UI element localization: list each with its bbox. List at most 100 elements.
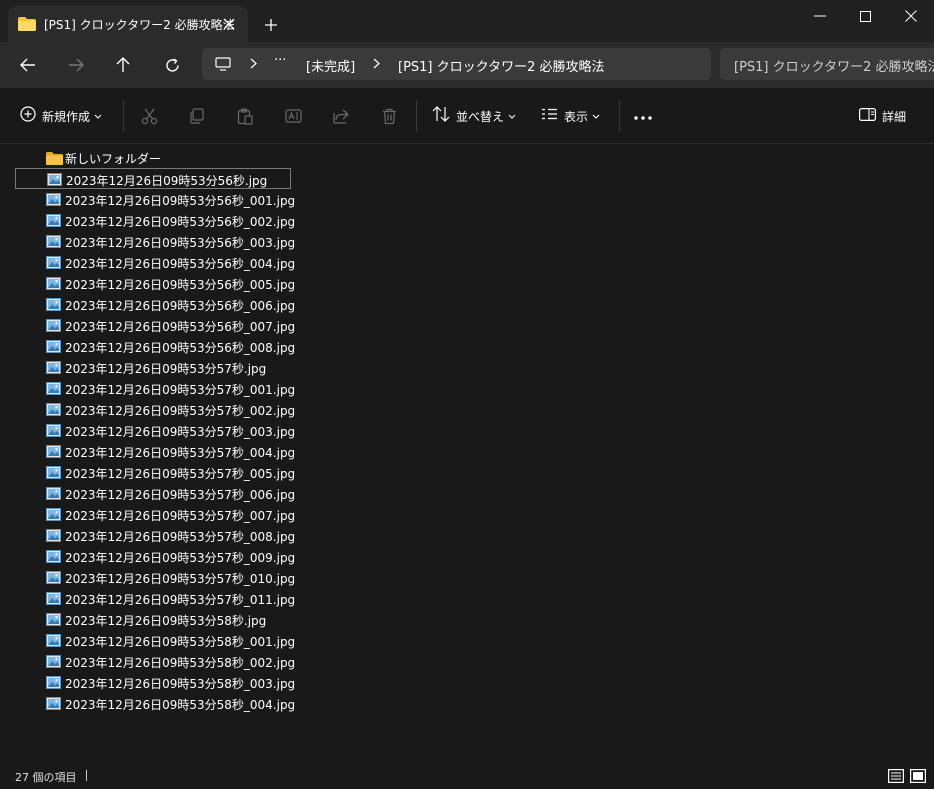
toolbar-divider xyxy=(416,100,417,132)
details-view-icon[interactable] xyxy=(887,768,905,784)
file-item[interactable]: 2023年12月26日09時53分57秒_002.jpg xyxy=(15,399,295,420)
file-name: 2023年12月26日09時53分58秒_004.jpg xyxy=(65,698,296,712)
image-file-icon xyxy=(46,256,61,273)
file-item[interactable]: 2023年12月26日09時53分58秒_002.jpg xyxy=(15,651,295,672)
file-item[interactable]: 2023年12月26日09時53分57秒_006.jpg xyxy=(15,483,295,504)
file-name: 2023年12月26日09時53分56秒_006.jpg xyxy=(65,299,296,313)
address-bar[interactable]: ··· [未完成] [PS1] クロックタワー2 必勝攻略法 xyxy=(202,48,711,80)
file-item[interactable]: 2023年12月26日09時53分57秒_003.jpg xyxy=(15,420,295,441)
file-item[interactable]: 2023年12月26日09時53分56秒_001.jpg xyxy=(15,189,295,210)
file-name: 2023年12月26日09時53分56秒_002.jpg xyxy=(65,215,296,229)
up-arrow-icon[interactable] xyxy=(108,51,138,79)
tab-close-icon[interactable] xyxy=(218,13,240,35)
new-tab-icon[interactable] xyxy=(258,12,284,38)
refresh-icon[interactable] xyxy=(157,51,187,79)
image-file-icon xyxy=(46,613,61,630)
file-name: 2023年12月26日09時53分58秒.jpg xyxy=(65,614,267,628)
file-name: 2023年12月26日09時53分57秒_009.jpg xyxy=(65,551,296,565)
maximize-icon[interactable] xyxy=(842,0,888,32)
close-window-icon[interactable] xyxy=(888,0,934,32)
chevron-down-icon xyxy=(592,109,600,124)
image-file-icon xyxy=(46,550,61,567)
view-button[interactable]: 表示 xyxy=(541,102,600,130)
file-name: 2023年12月26日09時53分58秒_001.jpg xyxy=(65,635,296,649)
delete-icon[interactable] xyxy=(382,102,397,130)
file-item[interactable]: 2023年12月26日09時53分58秒.jpg xyxy=(15,609,291,630)
tab-title: [PS1] クロックタワー2 必勝攻略法 xyxy=(44,18,235,32)
back-arrow-icon[interactable] xyxy=(13,51,43,79)
image-file-icon xyxy=(46,424,61,441)
file-name: 2023年12月26日09時53分56秒.jpg xyxy=(66,174,268,188)
sort-button[interactable]: 並べ替え xyxy=(432,102,516,130)
minimize-icon[interactable] xyxy=(797,0,843,32)
more-dots-icon xyxy=(634,109,652,124)
file-list[interactable]: 新しいフォルダー 2023年12月26日09時53分56秒.jpg 2023年12月… xyxy=(0,145,934,760)
more-options-button[interactable] xyxy=(634,102,652,130)
file-item[interactable]: 2023年12月26日09時53分57秒_005.jpg xyxy=(15,462,295,483)
image-file-icon xyxy=(46,697,61,714)
breadcrumb-item[interactable]: [未完成] xyxy=(306,56,355,75)
image-file-icon xyxy=(46,676,61,693)
file-name: 2023年12月26日09時53分57秒_002.jpg xyxy=(65,404,296,418)
image-file-icon xyxy=(46,508,61,525)
file-item[interactable]: 2023年12月26日09時53分57秒_011.jpg xyxy=(15,588,295,609)
file-name: 2023年12月26日09時53分58秒_003.jpg xyxy=(65,677,296,691)
navigation-bar: ··· [未完成] [PS1] クロックタワー2 必勝攻略法 [PS1] クロッ… xyxy=(0,42,934,88)
rename-icon[interactable] xyxy=(285,102,302,130)
file-item[interactable]: 2023年12月26日09時53分57秒_010.jpg xyxy=(15,567,295,588)
file-item[interactable]: 2023年12月26日09時53分56秒_003.jpg xyxy=(15,231,295,252)
file-item[interactable]: 2023年12月26日09時53分58秒_003.jpg xyxy=(15,672,295,693)
image-file-icon xyxy=(46,592,61,609)
file-item[interactable]: 2023年12月26日09時53分56秒_004.jpg xyxy=(15,252,295,273)
breadcrumb-ellipsis[interactable]: ··· xyxy=(274,53,286,68)
file-item[interactable]: 2023年12月26日09時53分56秒_002.jpg xyxy=(15,210,295,231)
image-file-icon xyxy=(46,319,61,336)
image-file-icon xyxy=(47,173,62,190)
cut-icon[interactable] xyxy=(141,102,158,130)
file-item[interactable]: 2023年12月26日09時53分58秒_001.jpg xyxy=(15,630,295,651)
image-file-icon xyxy=(46,235,61,252)
image-file-icon xyxy=(46,445,61,462)
title-bar: [PS1] クロックタワー2 必勝攻略法 xyxy=(0,0,934,48)
file-item[interactable]: 2023年12月26日09時53分57秒_007.jpg xyxy=(15,504,295,525)
folder-icon xyxy=(46,152,63,169)
new-button[interactable]: 新規作成 xyxy=(20,102,102,130)
file-item[interactable]: 2023年12月26日09時53分56秒_005.jpg xyxy=(15,273,295,294)
search-placeholder: [PS1] クロックタワー2 必勝攻略法の xyxy=(734,60,934,75)
file-item[interactable]: 2023年12月26日09時53分56秒_006.jpg xyxy=(15,294,295,315)
file-item[interactable]: 2023年12月26日09時53分58秒_004.jpg xyxy=(15,693,295,714)
image-file-icon xyxy=(46,529,61,546)
sort-arrows-icon xyxy=(432,106,450,126)
paste-icon[interactable] xyxy=(237,102,253,130)
file-item[interactable]: 2023年12月26日09時53分57秒_001.jpg xyxy=(15,378,295,399)
breadcrumb-current[interactable]: [PS1] クロックタワー2 必勝攻略法 xyxy=(398,56,605,75)
file-name: 2023年12月26日09時53分57秒_001.jpg xyxy=(65,383,296,397)
file-item[interactable]: 2023年12月26日09時53分57秒_008.jpg xyxy=(15,525,295,546)
file-name: 2023年12月26日09時53分57秒.jpg xyxy=(65,362,267,376)
chevron-right-icon[interactable] xyxy=(250,58,257,73)
file-item[interactable]: 2023年12月26日09時53分56秒_008.jpg xyxy=(15,336,295,357)
file-item[interactable]: 2023年12月26日09時53分57秒.jpg xyxy=(15,357,291,378)
file-name: 新しいフォルダー xyxy=(65,152,162,166)
chevron-right-icon[interactable] xyxy=(373,58,380,73)
file-item[interactable]: 2023年12月26日09時53分57秒_009.jpg xyxy=(15,546,295,567)
status-bar: 27 個の項目 xyxy=(0,763,934,789)
image-file-icon xyxy=(46,466,61,483)
tab-active[interactable]: [PS1] クロックタワー2 必勝攻略法 xyxy=(8,6,248,42)
forward-arrow-icon[interactable] xyxy=(61,51,91,79)
image-file-icon xyxy=(46,634,61,651)
copy-icon[interactable] xyxy=(189,102,205,130)
search-box[interactable]: [PS1] クロックタワー2 必勝攻略法の xyxy=(720,48,934,80)
tiles-view-icon[interactable] xyxy=(909,768,927,784)
view-label: 表示 xyxy=(564,109,589,124)
file-name: 2023年12月26日09時53分57秒_005.jpg xyxy=(65,467,296,481)
file-name: 2023年12月26日09時53分56秒_007.jpg xyxy=(65,320,296,334)
file-name: 2023年12月26日09時53分56秒_005.jpg xyxy=(65,278,296,292)
share-icon[interactable] xyxy=(333,102,350,130)
file-name: 2023年12月26日09時53分56秒_003.jpg xyxy=(65,236,296,250)
file-item[interactable]: 2023年12月26日09時53分57秒_004.jpg xyxy=(15,441,295,462)
file-item[interactable]: 2023年12月26日09時53分56秒.jpg xyxy=(15,168,291,189)
details-button[interactable]: 詳細 xyxy=(859,102,906,130)
folder-item[interactable]: 新しいフォルダー xyxy=(15,147,291,168)
file-item[interactable]: 2023年12月26日09時53分56秒_007.jpg xyxy=(15,315,295,336)
